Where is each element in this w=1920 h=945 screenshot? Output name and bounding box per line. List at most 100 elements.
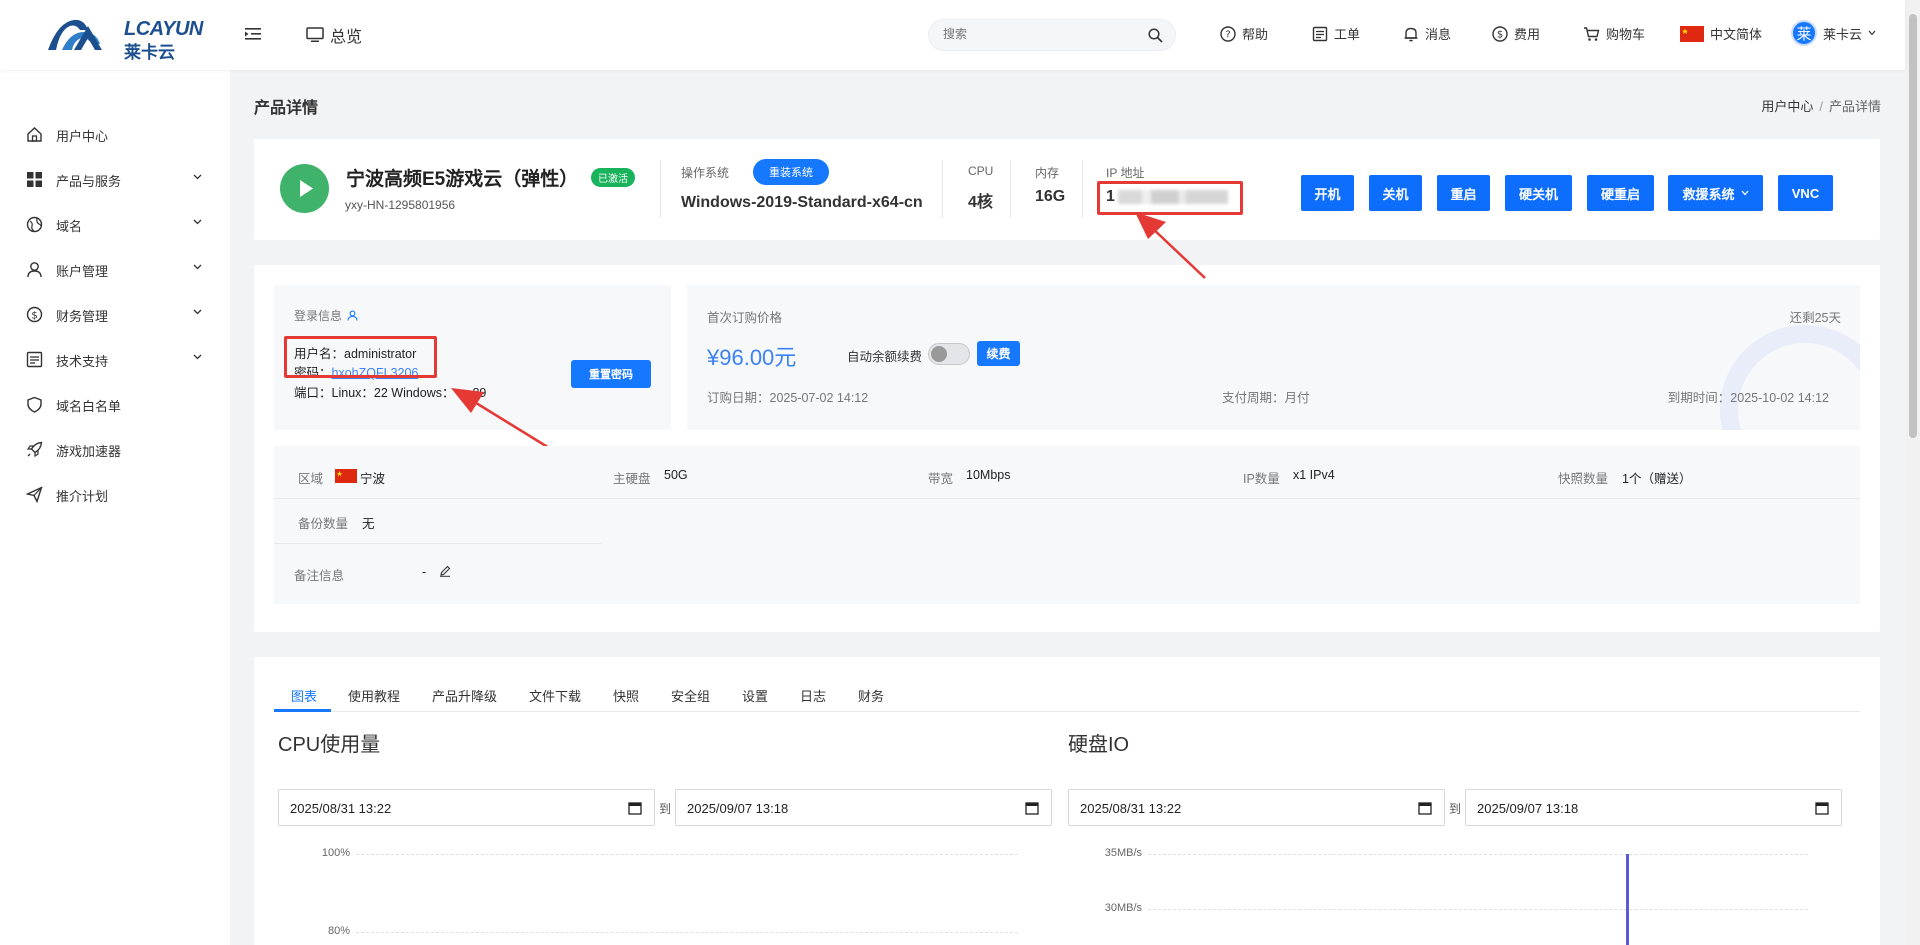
ip-count-value: x1 IPv4 bbox=[1293, 468, 1335, 482]
tab-chart[interactable]: 图表 bbox=[291, 686, 317, 705]
logo[interactable]: LCAYUN 莱卡云 bbox=[44, 16, 203, 62]
language-label: 中文简体 bbox=[1710, 27, 1763, 42]
rescue-system-button[interactable]: 救援系统 bbox=[1668, 175, 1763, 211]
days-remaining: 还剩25天 bbox=[1789, 311, 1841, 325]
restart-button[interactable]: 重启 bbox=[1437, 175, 1490, 211]
overview-label: 总览 bbox=[330, 29, 363, 46]
fee-link[interactable]: $ 费用 bbox=[1492, 24, 1540, 43]
auto-renew-toggle[interactable] bbox=[928, 343, 970, 365]
sidebar-item-domain[interactable]: 域名 bbox=[0, 206, 230, 242]
reset-password-button[interactable]: 重置密码 bbox=[571, 360, 651, 388]
calendar-icon[interactable] bbox=[1025, 801, 1039, 815]
scrollbar-thumb[interactable] bbox=[1909, 14, 1917, 438]
divider bbox=[1082, 160, 1083, 218]
cpu-axis-tick: 100% bbox=[321, 847, 350, 859]
cart-icon bbox=[1584, 26, 1600, 41]
sidebar-item-user-center[interactable]: 用户中心 bbox=[0, 116, 230, 152]
breadcrumb-user-center[interactable]: 用户中心 bbox=[1761, 99, 1813, 114]
search-box[interactable] bbox=[928, 19, 1176, 51]
cpu-axis-tick: 80% bbox=[327, 925, 350, 937]
cart-link[interactable]: 购物车 bbox=[1583, 24, 1645, 43]
user-menu[interactable]: 莱 莱卡云 bbox=[1791, 20, 1876, 46]
tab-snapshot[interactable]: 快照 bbox=[613, 686, 639, 705]
dollar-circle-icon: $ bbox=[1492, 25, 1508, 42]
divider bbox=[942, 160, 943, 218]
rocket-icon bbox=[26, 441, 43, 458]
sidebar-item-products[interactable]: 产品与服务 bbox=[0, 161, 230, 197]
user-icon bbox=[347, 310, 358, 321]
active-tab-indicator bbox=[274, 709, 331, 712]
sidebar-item-label: 域名 bbox=[56, 219, 83, 234]
ticket-link[interactable]: 工单 bbox=[1312, 24, 1360, 43]
region-label: 区域 bbox=[298, 472, 324, 486]
divider bbox=[1010, 160, 1011, 218]
search-input[interactable] bbox=[943, 27, 1133, 41]
sidebar-item-account[interactable]: 账户管理 bbox=[0, 251, 230, 287]
sidebar-item-referral[interactable]: 推介计划 bbox=[0, 476, 230, 512]
disk-start-date-input[interactable]: 2025/08/31 13:22 bbox=[1068, 789, 1445, 826]
svg-text:?: ? bbox=[1225, 29, 1230, 40]
edit-icon[interactable] bbox=[439, 565, 451, 577]
tab-finance[interactable]: 财务 bbox=[858, 686, 884, 705]
shield-icon bbox=[27, 396, 42, 413]
divider bbox=[274, 498, 1860, 499]
disk-label: 主硬盘 bbox=[613, 472, 651, 486]
note-value: - bbox=[422, 565, 427, 579]
disk-axis-tick: 35MB/s bbox=[1104, 847, 1142, 859]
avatar: 莱 bbox=[1791, 20, 1817, 46]
sidebar-item-domain-whitelist[interactable]: 域名白名单 bbox=[0, 386, 230, 422]
tab-security-group[interactable]: 安全组 bbox=[671, 686, 710, 705]
sidebar-item-label: 产品与服务 bbox=[56, 174, 122, 189]
page-scrollbar[interactable] bbox=[1906, 0, 1920, 945]
cpu-start-date-input[interactable]: 2025/08/31 13:22 bbox=[278, 789, 655, 826]
memory-value: 16G bbox=[1035, 188, 1066, 205]
date-range-separator: 到 bbox=[1449, 802, 1462, 816]
tab-upgrade[interactable]: 产品升降级 bbox=[432, 686, 497, 705]
grid-line bbox=[356, 854, 1018, 855]
power-off-button[interactable]: 关机 bbox=[1369, 175, 1422, 211]
power-on-button[interactable]: 开机 bbox=[1301, 175, 1354, 211]
calendar-icon[interactable] bbox=[628, 801, 642, 815]
sidebar-item-label: 技术支持 bbox=[56, 354, 109, 369]
hard-power-off-button[interactable]: 硬关机 bbox=[1505, 175, 1572, 211]
tab-download[interactable]: 文件下载 bbox=[529, 686, 581, 705]
tab-tutorial[interactable]: 使用教程 bbox=[348, 686, 400, 705]
help-link[interactable]: ? 帮助 bbox=[1220, 24, 1268, 43]
calendar-icon[interactable] bbox=[1815, 801, 1829, 815]
language-selector[interactable]: 中文简体 bbox=[1680, 24, 1762, 43]
tab-logs[interactable]: 日志 bbox=[800, 686, 826, 705]
memory-label: 内存 bbox=[1035, 166, 1060, 180]
cpu-end-date-input[interactable]: 2025/09/07 13:18 bbox=[675, 789, 1052, 826]
message-link[interactable]: 消息 bbox=[1403, 24, 1451, 43]
menu-collapse-icon[interactable] bbox=[244, 25, 262, 43]
chevron-down-icon bbox=[193, 264, 202, 270]
search-icon[interactable] bbox=[1148, 28, 1163, 43]
login-info-title: 登录信息 bbox=[294, 307, 358, 324]
renew-button[interactable]: 续费 bbox=[977, 341, 1020, 366]
backup-count-value: 无 bbox=[362, 517, 375, 531]
port-value-tail: 89 bbox=[472, 386, 487, 400]
hard-restart-button[interactable]: 硬重启 bbox=[1587, 175, 1654, 211]
sidebar-item-support[interactable]: 技术支持 bbox=[0, 341, 230, 377]
disk-chart-title: 硬盘IO bbox=[1068, 734, 1130, 756]
overview-link[interactable]: 总览 bbox=[306, 23, 362, 47]
sidebar: 用户中心 产品与服务 域名 账户管理 $ 财务管理 技术支持 域名白名单 游戏加… bbox=[0, 70, 230, 945]
vnc-button[interactable]: VNC bbox=[1778, 175, 1833, 211]
reinstall-button[interactable]: 重装系统 bbox=[753, 159, 829, 185]
sidebar-item-game-accelerator[interactable]: 游戏加速器 bbox=[0, 431, 230, 467]
calendar-icon[interactable] bbox=[1418, 801, 1432, 815]
china-flag-icon bbox=[335, 469, 357, 483]
chevron-down-icon bbox=[1868, 30, 1876, 36]
chevron-down-icon bbox=[193, 219, 202, 225]
cpu-label: CPU bbox=[968, 164, 994, 178]
sidebar-item-finance[interactable]: $ 财务管理 bbox=[0, 296, 230, 332]
date-value: 2025/08/31 13:22 bbox=[1080, 801, 1182, 816]
cpu-chart-title: CPU使用量 bbox=[278, 734, 381, 756]
dollar-icon: $ bbox=[26, 306, 43, 323]
port-row: 端口：Linux：22 Windows： 89 bbox=[294, 382, 486, 401]
ticket-label: 工单 bbox=[1334, 27, 1361, 42]
bandwidth-value: 10Mbps bbox=[966, 468, 1011, 482]
disk-end-date-input[interactable]: 2025/09/07 13:18 bbox=[1465, 789, 1842, 826]
tab-settings[interactable]: 设置 bbox=[742, 686, 768, 705]
grid-line bbox=[1148, 909, 1808, 910]
